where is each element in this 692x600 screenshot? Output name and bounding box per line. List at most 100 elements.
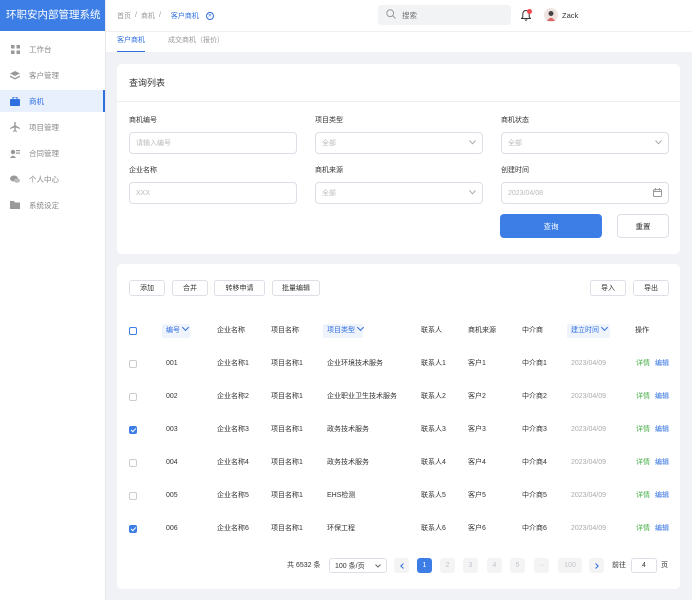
- chevron-down-icon: [356, 323, 365, 332]
- breadcrumb-current[interactable]: 客户商机: [171, 11, 199, 21]
- company-input[interactable]: XXX: [129, 182, 297, 204]
- cell-agent: 中介商6: [522, 525, 547, 532]
- goto-input[interactable]: 4: [631, 558, 657, 573]
- page-ellipsis[interactable]: ···: [534, 558, 549, 573]
- grid-icon: [10, 44, 20, 54]
- page-button[interactable]: 4: [487, 558, 502, 573]
- company-label: 企业名称: [129, 167, 157, 174]
- row-checkbox[interactable]: [129, 492, 137, 500]
- cell-agent: 中介商5: [522, 492, 547, 499]
- sidebar-item-customers[interactable]: 客户管理: [0, 64, 105, 86]
- sidebar-item-contracts[interactable]: 合同管理: [0, 142, 105, 164]
- search-input[interactable]: [402, 10, 502, 20]
- cell-id: 003: [166, 426, 178, 433]
- merge-button[interactable]: 合并: [172, 280, 208, 296]
- sidebar-item-label: 项目管理: [29, 122, 59, 132]
- search-button[interactable]: 查询: [500, 214, 602, 238]
- column-header-project: 项目名称: [271, 327, 299, 334]
- view-link[interactable]: 详情: [636, 489, 650, 503]
- cell-id: 004: [166, 459, 178, 466]
- folder-icon: [10, 200, 20, 210]
- edit-link[interactable]: 编辑: [655, 423, 669, 437]
- view-link[interactable]: 详情: [636, 456, 650, 470]
- cell-type: EHS检测: [327, 492, 356, 499]
- search-box[interactable]: [378, 5, 511, 25]
- date-picker[interactable]: 2023/04/08: [501, 182, 669, 204]
- cell-company: 企业名称4: [217, 459, 249, 466]
- user-menu[interactable]: Zack: [544, 8, 578, 22]
- cell-date: 2023/04/09: [571, 492, 607, 499]
- layers-icon: [10, 70, 20, 80]
- page-button[interactable]: 3: [463, 558, 478, 573]
- export-button[interactable]: 导出: [633, 280, 669, 296]
- type-label: 项目类型: [315, 117, 343, 124]
- source-label: 商机来源: [315, 167, 343, 174]
- edit-link[interactable]: 编辑: [655, 489, 669, 503]
- sidebar-item-projects[interactable]: 项目管理: [0, 116, 105, 138]
- cell-source: 客户5: [468, 492, 486, 499]
- tab-closed-opportunities[interactable]: 成交商机（报价）: [168, 32, 224, 52]
- code-input[interactable]: 请输入编号: [129, 132, 297, 154]
- airplane-icon: [10, 122, 20, 132]
- page-button[interactable]: 100: [558, 558, 582, 573]
- view-link[interactable]: 详情: [636, 390, 650, 404]
- next-page-button[interactable]: [589, 558, 604, 573]
- breadcrumb-home[interactable]: 首页: [117, 11, 131, 21]
- status-select[interactable]: 全部: [501, 132, 669, 154]
- bell-icon[interactable]: [520, 9, 532, 21]
- edit-link[interactable]: 编辑: [655, 522, 669, 536]
- breadcrumb-opportunity[interactable]: 商机: [141, 11, 155, 21]
- cell-company: 企业名称6: [217, 525, 249, 532]
- sidebar-item-profile[interactable]: 个人中心: [0, 168, 105, 190]
- transfer-button[interactable]: 转移申请: [214, 280, 265, 296]
- table-row: 003 企业名称3 项目名称1 政务技术服务 联系人3 客户3 中介商3 202…: [117, 423, 680, 437]
- row-checkbox[interactable]: [129, 459, 137, 467]
- cell-source: 客户2: [468, 393, 486, 400]
- cell-project: 项目名称1: [271, 459, 303, 466]
- select-all-checkbox[interactable]: [129, 327, 137, 335]
- app-title: 环职安内部管理系统: [0, 0, 105, 31]
- cell-company: 企业名称3: [217, 426, 249, 433]
- sidebar-item-settings[interactable]: 系统设定: [0, 194, 105, 216]
- reset-button[interactable]: 重置: [617, 214, 669, 238]
- edit-link[interactable]: 编辑: [655, 390, 669, 404]
- cell-contact: 联系人1: [421, 360, 446, 367]
- import-button[interactable]: 导入: [590, 280, 626, 296]
- view-link[interactable]: 详情: [636, 357, 650, 371]
- column-header-date[interactable]: 建立时间: [571, 323, 609, 338]
- code-placeholder: 请输入编号: [136, 140, 171, 147]
- created-field: 创建时间 2023/04/08: [501, 165, 669, 204]
- page-size-select[interactable]: 100 条/页: [329, 558, 387, 573]
- page-button[interactable]: 1: [417, 558, 432, 573]
- edit-link[interactable]: 编辑: [655, 357, 669, 371]
- table-row: 006 企业名称6 项目名称1 环保工程 联系人6 客户6 中介商6 2023/…: [117, 522, 680, 536]
- prev-page-button[interactable]: [394, 558, 409, 573]
- row-checkbox[interactable]: [129, 426, 137, 434]
- view-link[interactable]: 详情: [636, 522, 650, 536]
- page-button[interactable]: 5: [510, 558, 525, 573]
- cell-project: 项目名称1: [271, 426, 303, 433]
- row-checkbox[interactable]: [129, 393, 137, 401]
- cell-project: 项目名称1: [271, 360, 303, 367]
- sidebar-item-opportunities[interactable]: 商机: [0, 90, 105, 112]
- tab-customer-opportunities[interactable]: 客户商机: [117, 32, 145, 52]
- cell-company: 企业名称2: [217, 393, 249, 400]
- type-select[interactable]: 全部: [315, 132, 483, 154]
- edit-link[interactable]: 编辑: [655, 456, 669, 470]
- column-header-id[interactable]: 编号: [166, 323, 190, 338]
- view-link[interactable]: 详情: [636, 423, 650, 437]
- sidebar-item-dashboard[interactable]: 工作台: [0, 38, 105, 60]
- cell-date: 2023/04/09: [571, 360, 607, 367]
- column-header-label: 建立时间: [571, 327, 599, 334]
- column-header-source: 商机来源: [468, 327, 496, 334]
- source-select[interactable]: 全部: [315, 182, 483, 204]
- add-button[interactable]: 添加: [129, 280, 165, 296]
- close-icon[interactable]: ✕: [205, 11, 214, 20]
- row-checkbox[interactable]: [129, 360, 137, 368]
- batch-edit-button[interactable]: 批量编辑: [272, 280, 320, 296]
- cell-id: 002: [166, 393, 178, 400]
- table-row: 005 企业名称5 项目名称1 EHS检测 联系人5 客户5 中介商5 2023…: [117, 489, 680, 503]
- column-header-type[interactable]: 项目类型: [327, 323, 365, 338]
- page-button[interactable]: 2: [440, 558, 455, 573]
- row-checkbox[interactable]: [129, 525, 137, 533]
